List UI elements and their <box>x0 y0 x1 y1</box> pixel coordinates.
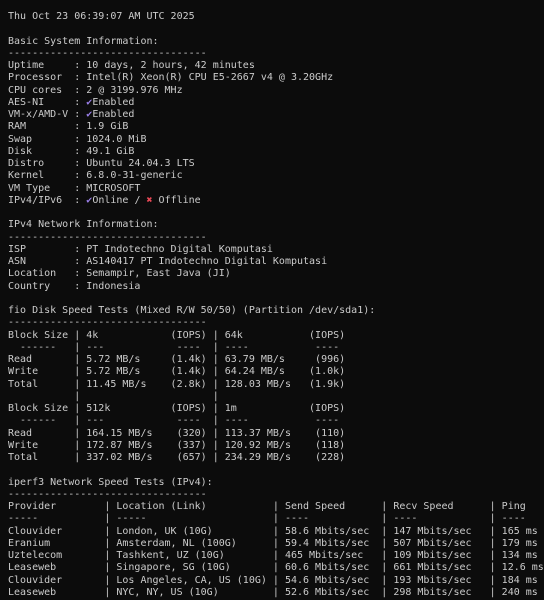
terminal-line: Write | 172.87 MB/s (337) | 120.92 MB/s … <box>8 439 346 451</box>
terminal-line: Leaseweb | Singapore, SG (10G) | 60.6 Mb… <box>8 562 544 574</box>
terminal-line: Processor : Intel(R) Xeon(R) CPU E5-2667… <box>8 72 334 84</box>
terminal-output[interactable]: Thu Oct 23 06:39:07 AM UTC 2025 Basic Sys… <box>0 0 544 600</box>
terminal-line: IPv4 Network Information: <box>8 219 159 231</box>
terminal-line: Country : Indonesia <box>8 280 141 292</box>
line-text: Enabled <box>92 109 135 120</box>
terminal-line: VM Type : MICROSOFT <box>8 182 141 194</box>
line-text: Online / <box>92 194 147 206</box>
terminal-line: Uztelecom | Tashkent, UZ (10G) | 465 Mbi… <box>8 550 538 561</box>
line-text: Offline <box>152 194 201 206</box>
terminal-line: Leaseweb | NYC, NY, US (10G) | 52.6 Mbit… <box>8 586 538 598</box>
terminal-line: --------------------------------- <box>8 231 207 243</box>
terminal-line: Distro : Ubuntu 24.04.3 LTS <box>8 158 195 169</box>
terminal-line: --------------------------------- <box>8 317 207 329</box>
terminal-line: Uptime : 10 days, 2 hours, 42 minutes <box>8 60 255 71</box>
terminal-line: Swap : 1024.0 MiB <box>8 133 147 145</box>
terminal-line: Disk : 49.1 GiB <box>8 145 135 157</box>
terminal-line: ------ | --- ---- | ---- ---- <box>8 341 340 353</box>
terminal-line: --------------------------------- <box>8 47 207 59</box>
terminal-line: Eranium | Amsterdam, NL (100G) | 59.4 Mb… <box>8 537 538 549</box>
terminal-line: Thu Oct 23 06:39:07 AM UTC 2025 <box>8 11 195 22</box>
terminal-line: RAM : 1.9 GiB <box>8 121 129 133</box>
line-text: VM-x/AMD-V : <box>8 109 87 120</box>
terminal-line: Total | 11.45 MB/s (2.8k) | 128.03 MB/s … <box>8 378 346 390</box>
terminal-line: Read | 5.72 MB/s (1.4k) | 63.79 MB/s (99… <box>8 354 346 365</box>
terminal-line: --------------------------------- <box>8 488 207 500</box>
terminal-line: ----- | ----- | ---- | ---- | ---- <box>8 513 526 525</box>
line-text: AES-NI : <box>8 96 87 108</box>
terminal-line: ISP : PT Indotechno Digital Komputasi <box>8 243 273 255</box>
line-text: IPv4/IPv6 : <box>8 194 87 206</box>
terminal-line: Location : Semampir, East Java (JI) <box>8 268 231 280</box>
terminal-line: Total | 337.02 MB/s (657) | 234.29 MB/s … <box>8 452 346 463</box>
terminal-line: Basic System Information: <box>8 35 159 47</box>
terminal-line: ASN : AS140417 PT Indotechno Digital Kom… <box>8 256 328 267</box>
terminal-line: AES-NI : ✔Enabled <box>8 97 544 109</box>
terminal-line: ------ | --- ---- | ---- ---- <box>8 415 340 427</box>
terminal-line: fio Disk Speed Tests (Mixed R/W 50/50) (… <box>8 305 376 316</box>
terminal-line: VM-x/AMD-V : ✔Enabled <box>8 109 544 121</box>
terminal-line: | | <box>8 390 219 402</box>
terminal-line: CPU cores : 2 @ 3199.976 MHz <box>8 84 183 96</box>
terminal-line: Read | 164.15 MB/s (320) | 113.37 MB/s (… <box>8 427 346 439</box>
line-text: Enabled <box>92 96 135 108</box>
terminal-line: Write | 5.72 MB/s (1.4k) | 64.24 MB/s (1… <box>8 366 346 378</box>
terminal-line: Block Size | 512k (IOPS) | 1m (IOPS) <box>8 403 346 414</box>
terminal-line: Provider | Location (Link) | Send Speed … <box>8 501 526 512</box>
terminal-line: Clouvider | London, UK (10G) | 58.6 Mbit… <box>8 525 538 537</box>
terminal-line: IPv4/IPv6 : ✔Online / ✖ Offline <box>8 195 544 207</box>
terminal-line: Block Size | 4k (IOPS) | 64k (IOPS) <box>8 329 346 341</box>
terminal-line: iperf3 Network Speed Tests (IPv4): <box>8 476 213 488</box>
terminal-line: Kernel : 6.8.0-31-generic <box>8 170 183 182</box>
terminal-line: Clouvider | Los Angeles, CA, US (10G) | … <box>8 574 538 586</box>
